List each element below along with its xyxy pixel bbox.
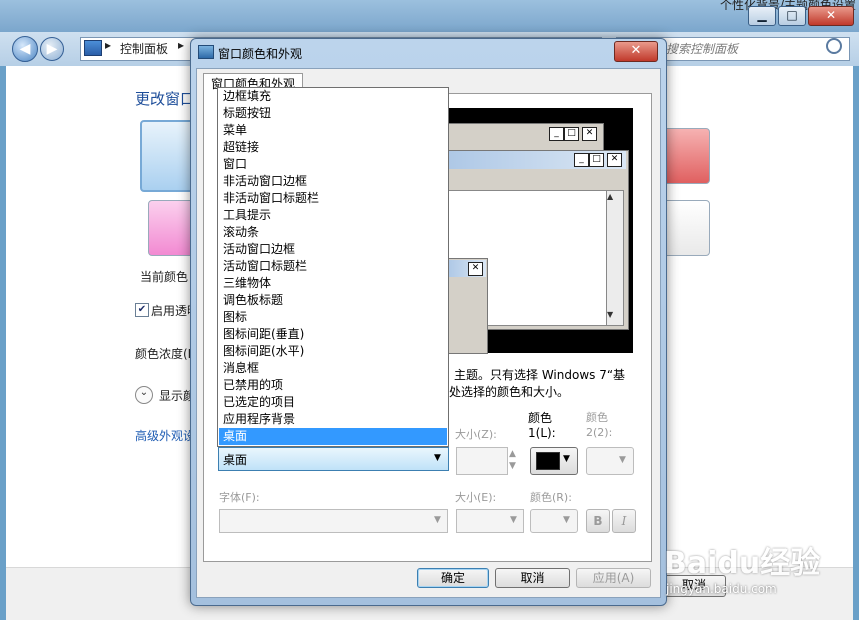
apply-button: 应用(A)	[576, 568, 651, 588]
preview-maximize-icon: □	[589, 153, 604, 167]
breadcrumb-chevron-icon: ▸	[105, 38, 112, 52]
preview-scroll-up-icon: ▲	[607, 192, 614, 201]
item-combo-arrow-icon: ▼	[434, 453, 441, 463]
font-combo-arrow-icon: ▼	[434, 515, 441, 525]
item-size-spinner	[456, 447, 508, 475]
dropdown-item[interactable]: 菜单	[219, 122, 447, 139]
baidu-watermark: Baidu经验	[664, 546, 821, 581]
breadcrumb-control-panel[interactable]: 控制面板	[120, 40, 168, 57]
advanced-appearance-link[interactable]: 高级外观设	[135, 427, 195, 444]
dropdown-item[interactable]: 非活动窗口标题栏	[219, 190, 447, 207]
dropdown-item[interactable]: 调色板标题	[219, 292, 447, 309]
item-combo[interactable]	[218, 447, 449, 471]
expand-mixer-icon[interactable]: ⌄	[135, 386, 153, 404]
dropdown-item[interactable]: 三维物体	[219, 275, 447, 292]
baidu-watermark-url: jingyan.baidu.com	[666, 582, 777, 596]
color-intensity-label: 颜色浓度(I	[135, 347, 192, 361]
preview-close-icon: ✕	[468, 262, 483, 276]
color1-dropdown-icon: ▼	[563, 454, 570, 464]
bold-button: B	[586, 509, 610, 533]
dropdown-item[interactable]: 工具提示	[219, 207, 447, 224]
dropdown-item[interactable]: 窗口	[219, 156, 447, 173]
dropdown-item[interactable]: 图标间距(水平)	[219, 343, 447, 360]
color2-picker-button	[586, 447, 634, 475]
current-color-label: 当前颜色	[140, 270, 189, 284]
dropdown-item[interactable]: 图标间距(垂直)	[219, 326, 447, 343]
search-placeholder: 搜索控制面板	[666, 42, 739, 56]
dropdown-item[interactable]: 活动窗口标题栏	[219, 258, 447, 275]
dropdown-item[interactable]: 消息框	[219, 360, 447, 377]
font-color-picker	[530, 509, 578, 533]
color1-swatch	[536, 452, 560, 470]
color2-dropdown-icon: ▼	[619, 455, 626, 465]
font-combo	[219, 509, 448, 533]
color2-label-shortcut: 2(2):	[586, 426, 613, 439]
spin-up-icon: ▲	[509, 449, 516, 459]
item-combo-value: 桌面	[223, 453, 248, 467]
dialog-app-icon	[198, 45, 214, 59]
dropdown-item[interactable]: 图标	[219, 309, 447, 326]
dropdown-item[interactable]: 已选定的项目	[219, 394, 447, 411]
dropdown-item[interactable]: 标题按钮	[219, 105, 447, 122]
color2-label: 颜色	[586, 411, 608, 424]
dropdown-item[interactable]: 边框填充	[219, 88, 447, 105]
breadcrumb-chevron-icon: ▸	[178, 38, 185, 52]
forward-icon[interactable]: ▶	[40, 37, 64, 61]
dialog-close-button[interactable]: ✕	[614, 41, 658, 62]
close-button[interactable]: ✕	[808, 6, 854, 26]
font-color-label: 颜色(R):	[530, 491, 572, 504]
dropdown-item[interactable]: 活动窗口边框	[219, 241, 447, 258]
item-size-label: 大小(Z):	[455, 428, 497, 441]
control-panel-icon	[84, 40, 102, 56]
preview-close-icon: ✕	[582, 127, 597, 141]
page-heading: 更改窗口	[135, 90, 196, 108]
dropdown-item-selected[interactable]: 桌面	[219, 428, 447, 445]
dropdown-item[interactable]: 非活动窗口边框	[219, 173, 447, 190]
font-color-arrow-icon: ▼	[563, 515, 570, 525]
item-dropdown-list: 边框填充 标题按钮 菜单 超链接 窗口 非活动窗口边框 非活动窗口标题栏 工具提…	[217, 87, 449, 447]
minimize-button[interactable]: ▁	[748, 6, 776, 26]
color1-label-shortcut: 1(L):	[528, 426, 556, 440]
dialog-title: 窗口颜色和外观	[218, 47, 303, 61]
dropdown-item[interactable]: 应用程序背景	[219, 411, 447, 428]
preview-scrollbar	[606, 190, 624, 326]
font-size-label: 大小(E):	[455, 491, 497, 504]
preview-inactive-window	[447, 123, 604, 153]
back-icon[interactable]: ◀	[12, 36, 38, 62]
description-line-2: 处选择的颜色和大小。	[449, 385, 570, 399]
color1-label: 颜色	[528, 411, 553, 425]
preview-minimize-icon: _	[549, 127, 564, 141]
dropdown-item[interactable]: 超链接	[219, 139, 447, 156]
font-size-arrow-icon: ▼	[510, 515, 517, 525]
description-line-1: 主题。只有选择 Windows 7“基	[454, 368, 626, 382]
font-label: 字体(F):	[219, 491, 260, 504]
spin-down-icon: ▼	[509, 461, 516, 471]
preview-maximize-icon: □	[564, 127, 579, 141]
preview-scroll-down-icon: ▼	[607, 310, 614, 319]
color-swatch-pink[interactable]	[148, 200, 194, 256]
ok-button[interactable]: 确定	[417, 568, 489, 588]
maximize-button[interactable]: □	[778, 6, 806, 26]
search-icon[interactable]	[826, 38, 842, 54]
preview-close-icon: ✕	[607, 153, 622, 167]
color-swatch-sky[interactable]	[140, 120, 196, 192]
dropdown-item[interactable]: 滚动条	[219, 224, 447, 241]
transparency-checkbox[interactable]: ✔	[135, 303, 149, 317]
dropdown-item[interactable]: 已禁用的项	[219, 377, 447, 394]
cancel-button[interactable]: 取消	[495, 568, 570, 588]
preview-minimize-icon: _	[574, 153, 589, 167]
italic-button: I	[612, 509, 636, 533]
